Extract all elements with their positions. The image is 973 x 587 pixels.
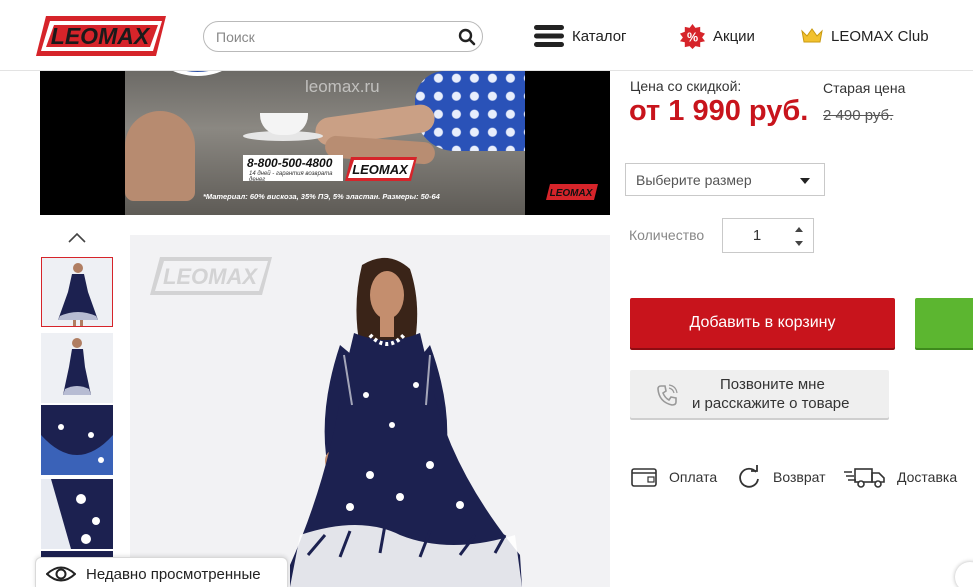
crown-icon (801, 28, 823, 43)
search-icon[interactable] (458, 28, 476, 46)
video-phone-sub: 14 дней - гарантия возврата денег (249, 171, 333, 183)
svg-text:%: % (687, 30, 698, 44)
thumbnail-4[interactable] (41, 479, 113, 549)
quantity-stepper (722, 218, 814, 253)
return-arrow-icon (739, 465, 759, 488)
video-phone-box: 8-800-500-4800 14 дней - гарантия возвра… (243, 155, 343, 183)
old-price-label: Старая цена (823, 80, 906, 96)
nav-catalog[interactable]: Каталог (534, 22, 627, 50)
video-frame: leomax.ru 8-800-500-4800 14 дней - гаран… (125, 71, 525, 215)
thumbnail-2[interactable] (41, 333, 113, 403)
info-return-label: Возврат (773, 469, 826, 485)
thumbnail-print-closeup (41, 479, 113, 549)
callback-line-1: Позвоните мне (720, 376, 825, 393)
quantity-input[interactable] (723, 219, 791, 252)
thumbnail-dress-side (41, 333, 113, 403)
nav-catalog-label: Каталог (572, 27, 627, 45)
thumbnail-dress-front (42, 258, 112, 326)
recently-viewed-label: Недавно просмотренные (86, 566, 261, 583)
info-delivery-label: Доставка (897, 469, 958, 485)
increment-arrow-icon[interactable] (795, 227, 803, 232)
thumbnail-fabric-closeup (41, 405, 113, 475)
phone-icon (657, 384, 678, 406)
model-in-dress (290, 257, 522, 587)
video-hand (125, 111, 195, 201)
video-corner-logo: LEOMAX (546, 184, 598, 200)
logo-text: LEOMAX (51, 23, 151, 49)
leomax-logo[interactable]: LEOMAX (36, 16, 166, 56)
info-payment[interactable]: Оплата (631, 464, 717, 490)
video-watermark: leomax.ru (305, 77, 380, 96)
video-caption: *Материал: 60% вискоза, 35% ПЭ, 5% эласт… (203, 192, 440, 201)
callback-button[interactable]: Позвоните мне и расскажите о товаре (630, 370, 889, 418)
decrement-arrow-icon[interactable] (795, 241, 803, 246)
search-input[interactable] (216, 27, 446, 47)
info-return[interactable]: Возврат (737, 464, 826, 490)
product-video[interactable]: leomax.ru 8-800-500-4800 14 дней - гаран… (40, 71, 610, 215)
product-main-image[interactable]: LEOMAX (130, 235, 610, 587)
video-phone-number: 8-800-500-4800 (247, 156, 333, 170)
nav-club[interactable]: LEOMAX Club (801, 22, 929, 50)
hamburger-menu-icon (534, 25, 564, 47)
quantity-label: Количество (629, 227, 705, 243)
info-payment-label: Оплата (669, 469, 718, 485)
buy-one-click-button[interactable] (915, 298, 973, 348)
size-select[interactable]: Выберите размер (625, 163, 825, 196)
delivery-truck-icon (844, 468, 885, 488)
video-decoration (155, 71, 240, 76)
video-logo: LEOMAX (345, 157, 417, 181)
thumbnail-3[interactable] (41, 405, 113, 475)
nav-promo[interactable]: % Акции (680, 22, 755, 50)
price-label: Цена со скидкой: (630, 78, 742, 94)
chat-widget-button[interactable] (955, 562, 973, 587)
recently-viewed-tab[interactable]: Недавно просмотренные (35, 557, 288, 587)
nav-promo-label: Акции (713, 27, 755, 45)
search-box (203, 21, 483, 52)
product-page: LEOMAX Каталог % Акции (0, 0, 973, 587)
old-price: 2 490 руб. (823, 107, 894, 124)
chevron-down-icon (800, 178, 810, 184)
callback-line-2: и расскажите о товаре (692, 395, 850, 412)
nav-club-label: LEOMAX Club (831, 27, 929, 45)
video-logo-text: LEOMAX (352, 162, 409, 177)
thumbnail-1[interactable] (41, 257, 113, 327)
site-header: LEOMAX Каталог % Акции (0, 0, 973, 71)
size-select-value: Выберите размер (636, 172, 752, 188)
info-delivery[interactable]: Доставка (843, 464, 957, 490)
chevron-up-icon[interactable] (66, 230, 88, 246)
current-price: от 1 990 руб. (629, 95, 809, 127)
add-to-cart-button[interactable]: Добавить в корзину (630, 298, 895, 348)
video-corner-logo-text: LEOMAX (550, 188, 594, 199)
percent-badge-icon: % (680, 23, 705, 49)
eye-icon (46, 566, 76, 582)
wallet-icon (631, 468, 657, 487)
